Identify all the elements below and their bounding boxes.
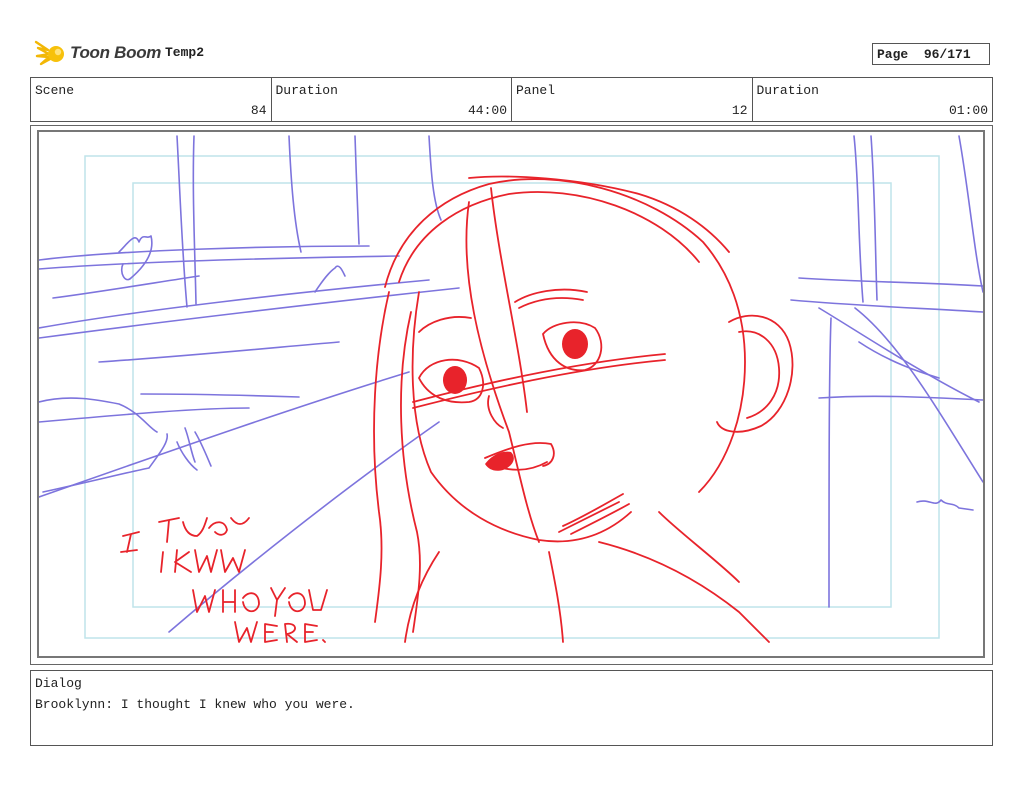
panel-cell: Panel 12 xyxy=(512,78,753,121)
scene-duration-label: Duration xyxy=(275,83,338,98)
left-pupil xyxy=(443,366,467,394)
page-label: Page xyxy=(877,46,909,62)
page-value: 96/171 xyxy=(923,46,971,62)
project-name: Temp2 xyxy=(165,45,205,60)
scene-duration-cell: Duration 44:00 xyxy=(272,78,512,121)
dialog-label: Dialog xyxy=(35,676,82,691)
scene-label: Scene xyxy=(35,83,75,98)
page-indicator: Page 96/171 xyxy=(872,43,990,65)
toon-boom-logo: Toon Boom xyxy=(34,38,161,68)
storyboard-panel-frame xyxy=(30,125,993,665)
mouth-fill xyxy=(485,451,514,471)
comet-icon xyxy=(34,40,64,66)
logo-text: Toon Boom xyxy=(70,43,162,62)
panel-info-row: Scene 84 Duration 44:00 Panel 12 Duratio… xyxy=(30,77,993,122)
scene-duration-value: 44:00 xyxy=(467,103,507,118)
sketch-drawing xyxy=(39,135,983,643)
panel-label: Panel xyxy=(516,83,556,98)
panel-duration-cell: Duration 01:00 xyxy=(753,78,993,121)
panel-value: 12 xyxy=(731,103,748,118)
dialog-text: Brooklynn: I thought I knew who you were… xyxy=(35,697,355,712)
scene-value: 84 xyxy=(250,103,267,118)
dialog-box: Dialog Brooklynn: I thought I knew who y… xyxy=(30,670,993,746)
storyboard-panel-image xyxy=(37,130,985,658)
right-pupil xyxy=(562,329,588,359)
scene-cell: Scene 84 xyxy=(31,78,272,121)
panel-duration-label: Duration xyxy=(756,83,819,98)
panel-duration-value: 01:00 xyxy=(948,103,988,118)
